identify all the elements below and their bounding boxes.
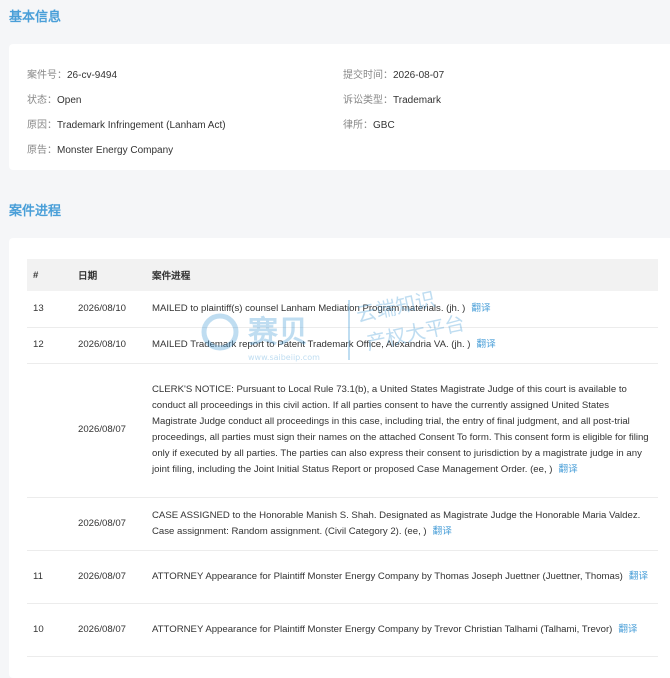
row-progress-text: ATTORNEY Appearance for Plaintiff Monste… <box>152 570 623 582</box>
row-date: 2026/08/10 <box>78 327 152 364</box>
column-header-progress: 案件进程 <box>152 259 658 291</box>
translate-link[interactable]: 翻译 <box>471 303 490 314</box>
table-row: 13 2026/08/10 MAILED to plaintiff(s) cou… <box>27 291 658 328</box>
row-number: 13 <box>27 291 78 328</box>
row-progress-text: MAILED Trademark report to Patent Tradem… <box>152 339 471 350</box>
case-number-label: 案件号： <box>27 70 67 81</box>
column-header-number: # <box>27 259 78 291</box>
row-progress-text: CASE ASSIGNED to the Honorable Manish S.… <box>152 509 641 537</box>
row-number: 12 <box>27 327 78 364</box>
row-progress: MAILED Trademark report to Patent Tradem… <box>152 327 658 364</box>
status-value: Open <box>57 95 82 106</box>
row-date: 2026/08/07 <box>78 603 152 657</box>
plaintiff-field: 原告：Monster Energy Company <box>27 141 173 156</box>
status-label: 状态： <box>27 95 57 106</box>
firm-label: 律所： <box>343 120 373 131</box>
translate-link[interactable]: 翻译 <box>618 624 637 635</box>
case-progress-title: 案件进程 <box>9 203 62 218</box>
lawsuit-type-label: 诉讼类型： <box>343 95 393 106</box>
row-progress: CASE ASSIGNED to the Honorable Manish S.… <box>152 497 658 551</box>
plaintiff-value: Monster Energy Company <box>57 145 174 156</box>
row-progress: CLERK'S NOTICE: Pursuant to Local Rule 7… <box>152 363 658 498</box>
row-progress-text: CLERK'S NOTICE: Pursuant to Local Rule 7… <box>152 384 649 475</box>
table-row: 2026/08/07 CLERK'S NOTICE: Pursuant to L… <box>27 363 658 498</box>
row-date: 2026/08/10 <box>78 291 152 328</box>
case-number-value: 26-cv-9494 <box>67 70 118 81</box>
status-field: 状态：Open <box>27 91 81 106</box>
cause-label: 原因： <box>27 120 57 131</box>
translate-link[interactable]: 翻译 <box>629 571 648 582</box>
row-progress-text: MAILED to plaintiff(s) counsel Lanham Me… <box>152 302 466 314</box>
lawsuit-type-field: 诉讼类型：Trademark <box>343 91 441 106</box>
row-progress-text: ATTORNEY Appearance for Plaintiff Monste… <box>152 623 613 635</box>
table-header-row: # 日期 案件进程 <box>27 259 658 291</box>
row-number: 11 <box>27 550 78 604</box>
row-number: 10 <box>27 603 78 657</box>
submit-time-field: 提交时间：2026-08-07 <box>343 66 444 81</box>
row-date: 2026/08/07 <box>78 550 152 604</box>
row-number <box>27 363 78 498</box>
case-number-field: 案件号：26-cv-9494 <box>27 66 117 81</box>
row-progress: MAILED to plaintiff(s) counsel Lanham Me… <box>152 291 658 328</box>
lawsuit-type-value: Trademark <box>393 95 441 106</box>
row-date: 2026/08/07 <box>78 363 152 498</box>
submit-time-label: 提交时间： <box>343 70 393 81</box>
table-row: 12 2026/08/10 MAILED Trademark report to… <box>27 327 658 364</box>
cause-value: Trademark Infringement (Lanham Act) <box>57 120 226 131</box>
translate-link[interactable]: 翻译 <box>433 526 452 537</box>
cause-field: 原因：Trademark Infringement (Lanham Act) <box>27 116 226 131</box>
submit-time-value: 2026-08-07 <box>393 70 445 81</box>
firm-value: GBC <box>373 120 395 131</box>
table-row: 2026/08/07 CASE ASSIGNED to the Honorabl… <box>27 497 658 551</box>
firm-field: 律所：GBC <box>343 116 395 131</box>
basic-info-title: 基本信息 <box>9 9 62 24</box>
table-row: 10 2026/08/07 ATTORNEY Appearance for Pl… <box>27 603 658 657</box>
row-number <box>27 497 78 551</box>
translate-link[interactable]: 翻译 <box>477 339 496 350</box>
row-progress: ATTORNEY Appearance for Plaintiff Monste… <box>152 603 658 657</box>
row-progress: ATTORNEY Appearance for Plaintiff Monste… <box>152 550 658 604</box>
translate-link[interactable]: 翻译 <box>559 464 578 475</box>
column-header-date: 日期 <box>78 259 152 291</box>
row-date: 2026/08/07 <box>78 497 152 551</box>
case-progress-table: # 日期 案件进程 13 2026/08/10 MAILED to plaint… <box>27 259 658 657</box>
table-row: 11 2026/08/07 ATTORNEY Appearance for Pl… <box>27 550 658 604</box>
plaintiff-label: 原告： <box>27 145 57 156</box>
